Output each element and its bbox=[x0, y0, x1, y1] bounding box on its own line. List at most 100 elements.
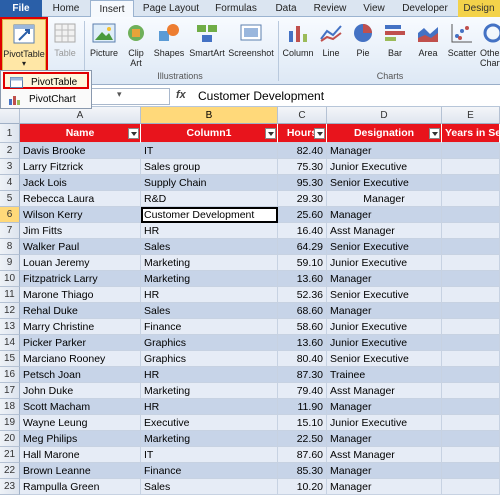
filter-dropdown-icon[interactable] bbox=[314, 128, 325, 139]
table-cell[interactable]: Manager bbox=[327, 431, 442, 447]
table-cell[interactable]: Wilson Kerry bbox=[20, 207, 141, 223]
table-cell[interactable]: 85.30 bbox=[278, 463, 327, 479]
table-cell[interactable]: Wayne Leung bbox=[20, 415, 141, 431]
table-cell[interactable]: Marketing bbox=[141, 271, 278, 287]
table-cell[interactable]: 58.60 bbox=[278, 319, 327, 335]
table-cell[interactable]: Sales group bbox=[141, 159, 278, 175]
row-header[interactable]: 21 bbox=[0, 447, 20, 463]
table-cell[interactable]: 87.30 bbox=[278, 367, 327, 383]
row-header[interactable]: 4 bbox=[0, 175, 20, 191]
table-cell[interactable]: 82.40 bbox=[278, 143, 327, 159]
table-cell[interactable]: HR bbox=[141, 367, 278, 383]
table-cell[interactable] bbox=[442, 303, 500, 319]
table-cell[interactable]: 22.50 bbox=[278, 431, 327, 447]
row-header[interactable]: 19 bbox=[0, 415, 20, 431]
row-header[interactable]: 10 bbox=[0, 271, 20, 287]
table-cell[interactable]: Manager bbox=[327, 271, 442, 287]
table-cell[interactable] bbox=[442, 351, 500, 367]
table-cell[interactable]: Finance bbox=[141, 463, 278, 479]
table-cell[interactable]: Rebecca Laura bbox=[20, 191, 141, 207]
row-header[interactable]: 3 bbox=[0, 159, 20, 175]
table-cell[interactable] bbox=[442, 255, 500, 271]
table-cell[interactable]: Sales bbox=[141, 239, 278, 255]
table-header-cell[interactable]: Hours bbox=[278, 124, 327, 143]
table-cell[interactable]: R&D bbox=[141, 191, 278, 207]
table-cell[interactable]: Marone Thiago bbox=[20, 287, 141, 303]
table-cell[interactable]: Walker Paul bbox=[20, 239, 141, 255]
table-cell[interactable]: Hall Marone bbox=[20, 447, 141, 463]
menu-item-pivotchart[interactable]: PivotChart bbox=[3, 91, 89, 108]
column-header[interactable]: E bbox=[442, 107, 500, 124]
table-cell[interactable] bbox=[442, 399, 500, 415]
table-cell[interactable]: Finance bbox=[141, 319, 278, 335]
table-cell[interactable]: 11.90 bbox=[278, 399, 327, 415]
table-cell[interactable]: Meg Philips bbox=[20, 431, 141, 447]
row-header[interactable]: 17 bbox=[0, 383, 20, 399]
table-cell[interactable]: 25.60 bbox=[278, 207, 327, 223]
tab-home[interactable]: Home bbox=[44, 0, 88, 17]
tab-view[interactable]: View bbox=[356, 0, 392, 17]
table-cell[interactable]: HR bbox=[141, 399, 278, 415]
table-cell[interactable]: Rampulla Green bbox=[20, 479, 141, 495]
table-cell[interactable] bbox=[442, 447, 500, 463]
table-cell[interactable]: Petsch Joan bbox=[20, 367, 141, 383]
table-cell[interactable]: 52.36 bbox=[278, 287, 327, 303]
table-cell[interactable] bbox=[442, 335, 500, 351]
row-header[interactable]: 14 bbox=[0, 335, 20, 351]
table-cell[interactable]: 15.10 bbox=[278, 415, 327, 431]
table-cell[interactable]: Rehal Duke bbox=[20, 303, 141, 319]
table-cell[interactable]: Marketing bbox=[141, 255, 278, 271]
table-cell[interactable]: Junior Executive bbox=[327, 255, 442, 271]
table-cell[interactable]: Senior Executive bbox=[327, 287, 442, 303]
table-cell[interactable]: Asst Manager bbox=[327, 447, 442, 463]
row-header[interactable]: 22 bbox=[0, 463, 20, 479]
table-cell[interactable] bbox=[442, 479, 500, 495]
table-cell[interactable]: Brown Leanne bbox=[20, 463, 141, 479]
filter-dropdown-icon[interactable] bbox=[128, 128, 139, 139]
table-cell[interactable]: Marketing bbox=[141, 431, 278, 447]
table-cell[interactable]: 68.60 bbox=[278, 303, 327, 319]
table-cell[interactable]: 13.60 bbox=[278, 271, 327, 287]
table-cell[interactable]: Senior Executive bbox=[327, 351, 442, 367]
column-header[interactable]: B bbox=[141, 107, 278, 124]
tab-design[interactable]: Design bbox=[458, 0, 500, 17]
row-header[interactable]: 13 bbox=[0, 319, 20, 335]
row-header[interactable]: 5 bbox=[0, 191, 20, 207]
tab-data[interactable]: Data bbox=[268, 0, 304, 17]
table-cell[interactable] bbox=[442, 271, 500, 287]
table-cell[interactable]: Jack Lois bbox=[20, 175, 141, 191]
table-cell[interactable]: 75.30 bbox=[278, 159, 327, 175]
worksheet-grid[interactable]: A B C D E 1 Name Column1 Hours Designation Years i… bbox=[0, 107, 500, 500]
table-cell[interactable]: Sales bbox=[141, 479, 278, 495]
table-cell[interactable]: Executive bbox=[141, 415, 278, 431]
table-cell[interactable]: Scott Macham bbox=[20, 399, 141, 415]
column-chart-button[interactable]: Column bbox=[282, 19, 314, 81]
table-cell[interactable]: 59.10 bbox=[278, 255, 327, 271]
table-cell[interactable]: Marciano Rooney bbox=[20, 351, 141, 367]
tab-formulas[interactable]: Formulas bbox=[208, 0, 264, 17]
table-cell[interactable]: Trainee bbox=[327, 367, 442, 383]
table-cell[interactable]: Graphics bbox=[141, 335, 278, 351]
table-cell[interactable]: Picker Parker bbox=[20, 335, 141, 351]
formula-value[interactable]: Customer Development bbox=[198, 89, 324, 103]
table-cell[interactable]: Sales bbox=[141, 303, 278, 319]
namebox-dropdown-icon[interactable]: ▾ bbox=[117, 89, 122, 100]
table-cell[interactable]: IT bbox=[141, 447, 278, 463]
table-cell[interactable]: John Duke bbox=[20, 383, 141, 399]
table-cell[interactable]: Junior Executive bbox=[327, 415, 442, 431]
table-cell[interactable]: Larry Fitzrick bbox=[20, 159, 141, 175]
table-cell[interactable]: 13.60 bbox=[278, 335, 327, 351]
picture-button[interactable]: Picture bbox=[88, 19, 120, 81]
row-header[interactable]: 16 bbox=[0, 367, 20, 383]
tab-insert[interactable]: Insert bbox=[90, 0, 134, 18]
table-cell[interactable]: IT bbox=[141, 143, 278, 159]
column-header[interactable]: C bbox=[278, 107, 327, 124]
row-header[interactable]: 18 bbox=[0, 399, 20, 415]
table-header-cell[interactable]: Name bbox=[20, 124, 141, 143]
row-header[interactable]: 12 bbox=[0, 303, 20, 319]
table-cell[interactable] bbox=[442, 431, 500, 447]
tab-page-layout[interactable]: Page Layout bbox=[138, 0, 204, 17]
menu-item-pivottable[interactable]: PivotTable bbox=[3, 72, 89, 89]
table-cell[interactable]: Marry Christine bbox=[20, 319, 141, 335]
table-cell[interactable] bbox=[442, 415, 500, 431]
